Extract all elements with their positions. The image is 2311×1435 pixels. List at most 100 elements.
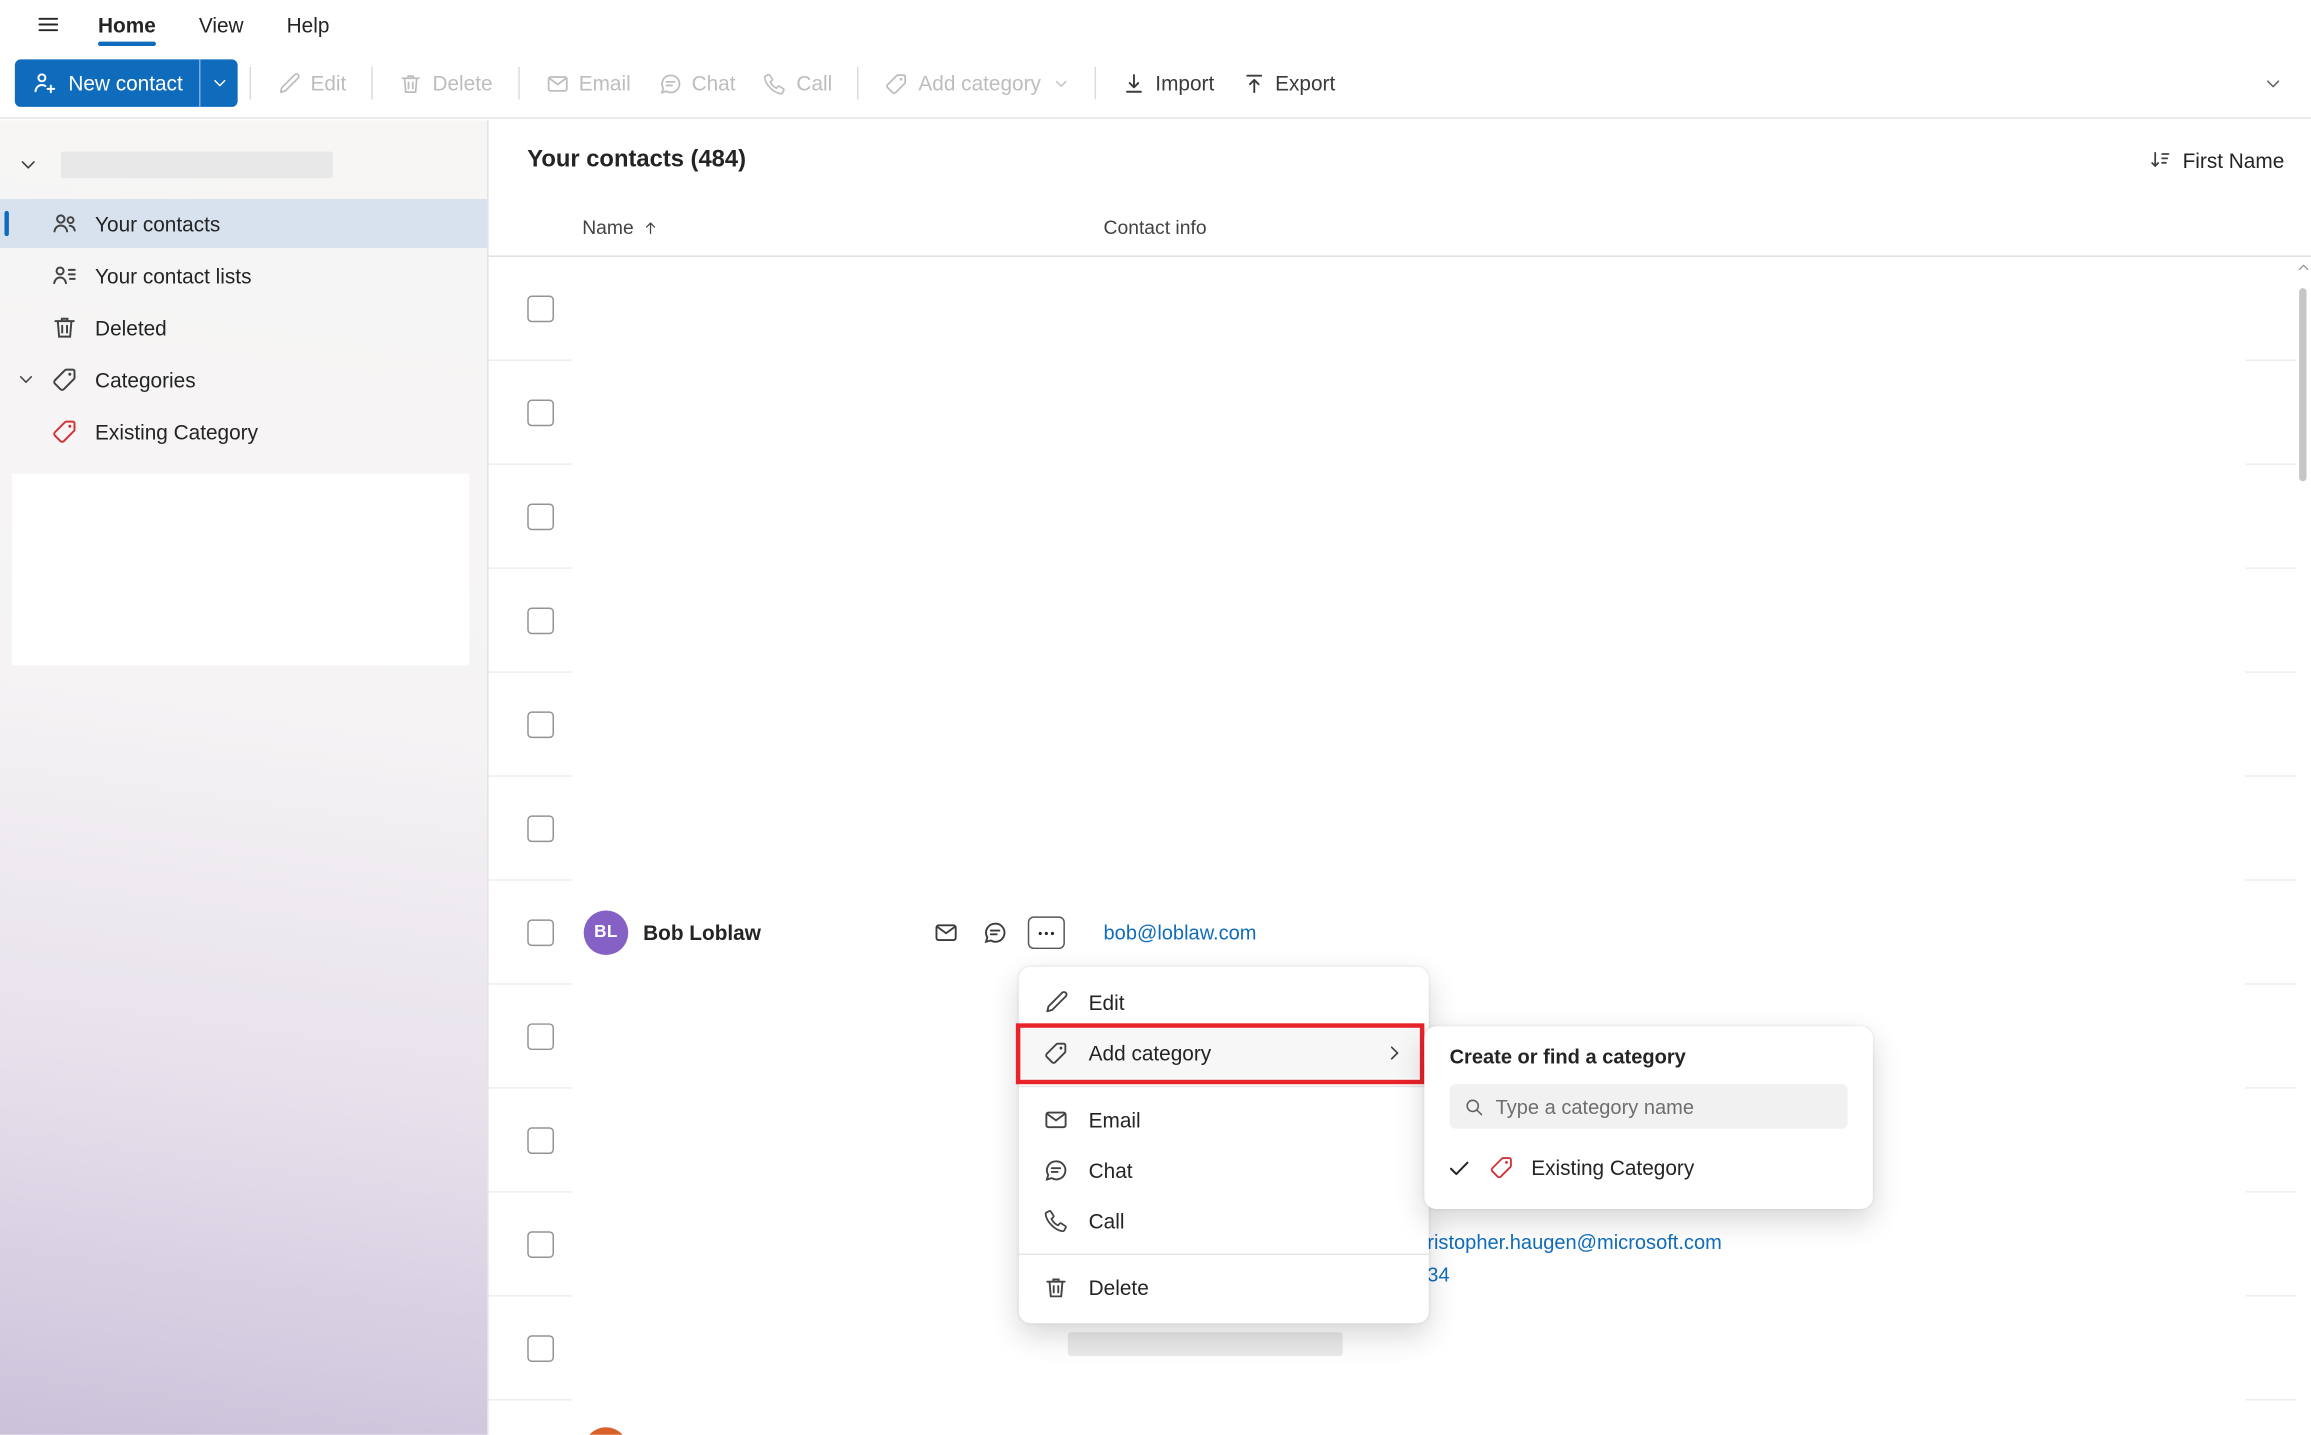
chat-button[interactable]: Chat [644,59,749,107]
menu-item-edit[interactable]: Edit [1019,977,1429,1027]
tag-icon [1043,1040,1070,1067]
column-header-name[interactable]: Name [582,216,659,238]
sidebar-item-label: Your contact lists [95,264,251,288]
trash-icon [50,313,78,341]
contact-row[interactable] [489,465,2311,569]
account-collapse-chevron[interactable] [15,151,42,178]
menu-item-label: Add category [1089,1041,1212,1065]
row-checkbox[interactable] [527,607,554,634]
toolbar-separator [250,67,251,100]
people-icon [50,209,78,237]
edit-button[interactable]: Edit [263,59,360,107]
add-category-label: Add category [918,71,1041,95]
row-checkbox[interactable] [527,296,554,323]
contact-row[interactable] [489,257,2311,361]
call-button[interactable]: Call [749,59,846,107]
new-contact-dropdown-button[interactable] [199,59,238,107]
export-button[interactable]: Export [1228,59,1349,107]
menu-bar: Home View Help [0,0,2311,49]
column-header-contact-info: Contact info [1104,216,1207,238]
column-name-label: Name [582,216,634,238]
partial-phone-link[interactable]: 34 [1427,1264,1449,1286]
mail-icon [545,71,570,96]
menu-item-add-category[interactable]: Add category [1019,1028,1429,1078]
row-checkbox[interactable] [527,400,554,427]
mail-icon [933,919,960,946]
sidebar-account-row [0,120,487,196]
chevron-down-icon [1053,75,1069,91]
sidebar-item-label: Your contacts [95,212,220,236]
column-options-button[interactable] [2262,214,2289,241]
toolbar-separator [858,67,859,100]
toolbar: New contact Edit Delete Email Chat Call [0,49,2311,119]
menu-item-chat[interactable]: Chat [1019,1145,1429,1195]
row-checkbox[interactable] [527,919,554,946]
tab-help[interactable]: Help [285,5,331,44]
contact-email-link[interactable]: bob@loblaw.com [1104,922,1257,944]
row-checkbox[interactable] [527,1231,554,1258]
contact-row[interactable] [489,361,2311,465]
trash-icon [1043,1274,1070,1301]
row-checkbox[interactable] [527,1127,554,1154]
contact-more-button[interactable] [1028,916,1065,949]
flyout-item-existing-category[interactable]: Existing Category [1424,1144,1873,1192]
add-category-button[interactable]: Add category [871,59,1083,107]
tab-view[interactable]: View [197,5,245,44]
row-checkbox[interactable] [527,1023,554,1050]
list-header: Your contacts (484) First Name [489,120,2311,199]
toolbar-overflow-button[interactable] [2255,65,2291,101]
hamburger-menu-button[interactable] [31,8,64,41]
red-annotation-box [1016,1023,1424,1084]
export-icon [1241,71,1266,96]
flyout-header: Create or find a category [1424,1046,1873,1085]
scroll-up-arrow-icon[interactable] [2296,264,2311,279]
sidebar-item-deleted[interactable]: Deleted [0,303,487,352]
contact-row[interactable] [489,1401,2311,1435]
vertical-scrollbar[interactable] [2296,258,2311,1434]
row-chat-button[interactable] [979,916,1012,949]
new-contact-button[interactable]: New contact [15,59,199,107]
menu-item-email[interactable]: Email [1019,1095,1429,1145]
email-label: Email [579,71,631,95]
import-button[interactable]: Import [1108,59,1228,107]
chevron-down-icon [210,74,228,92]
tab-home[interactable]: Home [97,5,158,44]
chat-icon [982,919,1009,946]
toolbar-separator [372,67,373,100]
chevron-down-icon [16,370,35,389]
row-checkbox[interactable] [527,815,554,842]
email-button[interactable]: Email [531,59,644,107]
contact-name: Bob Loblaw [643,921,761,945]
delete-button[interactable]: Delete [385,59,506,107]
tag-icon [884,71,909,96]
row-email-button[interactable] [930,916,963,949]
sidebar-item-categories[interactable]: Categories [0,355,487,404]
row-checkbox[interactable] [527,503,554,530]
sort-by-label: First Name [2183,148,2285,172]
search-icon [1463,1095,1485,1117]
menu-item-call[interactable]: Call [1019,1196,1429,1246]
contact-context-menu: Edit Add category Email Chat Call [1019,967,1429,1323]
contact-row[interactable] [489,777,2311,881]
sidebar-item-your-contacts[interactable]: Your contacts [0,199,487,248]
call-label: Call [796,71,832,95]
partial-email-link[interactable]: ristopher.haugen@microsoft.com [1427,1231,1722,1253]
sidebar-item-your-contact-lists[interactable]: Your contact lists [0,251,487,300]
sort-ascending-arrow-icon [641,218,659,236]
menu-separator [1019,1254,1429,1255]
chat-icon [1043,1157,1070,1184]
contact-row[interactable] [489,673,2311,777]
sidebar-item-existing-category[interactable]: Existing Category [0,407,487,456]
contact-row[interactable] [489,569,2311,673]
new-contact-split-button: New contact [15,59,238,107]
row-checkbox[interactable] [527,1335,554,1362]
edit-label: Edit [310,71,346,95]
row-checkbox[interactable] [527,711,554,738]
categories-expand-chevron[interactable] [13,368,37,392]
scrollbar-thumb[interactable] [2299,288,2306,481]
category-search-input[interactable] [1496,1095,1835,1117]
menu-item-delete[interactable]: Delete [1019,1262,1429,1312]
sort-by-button[interactable]: First Name [2147,147,2284,172]
chat-icon [657,71,682,96]
toolbar-separator [1094,67,1095,100]
